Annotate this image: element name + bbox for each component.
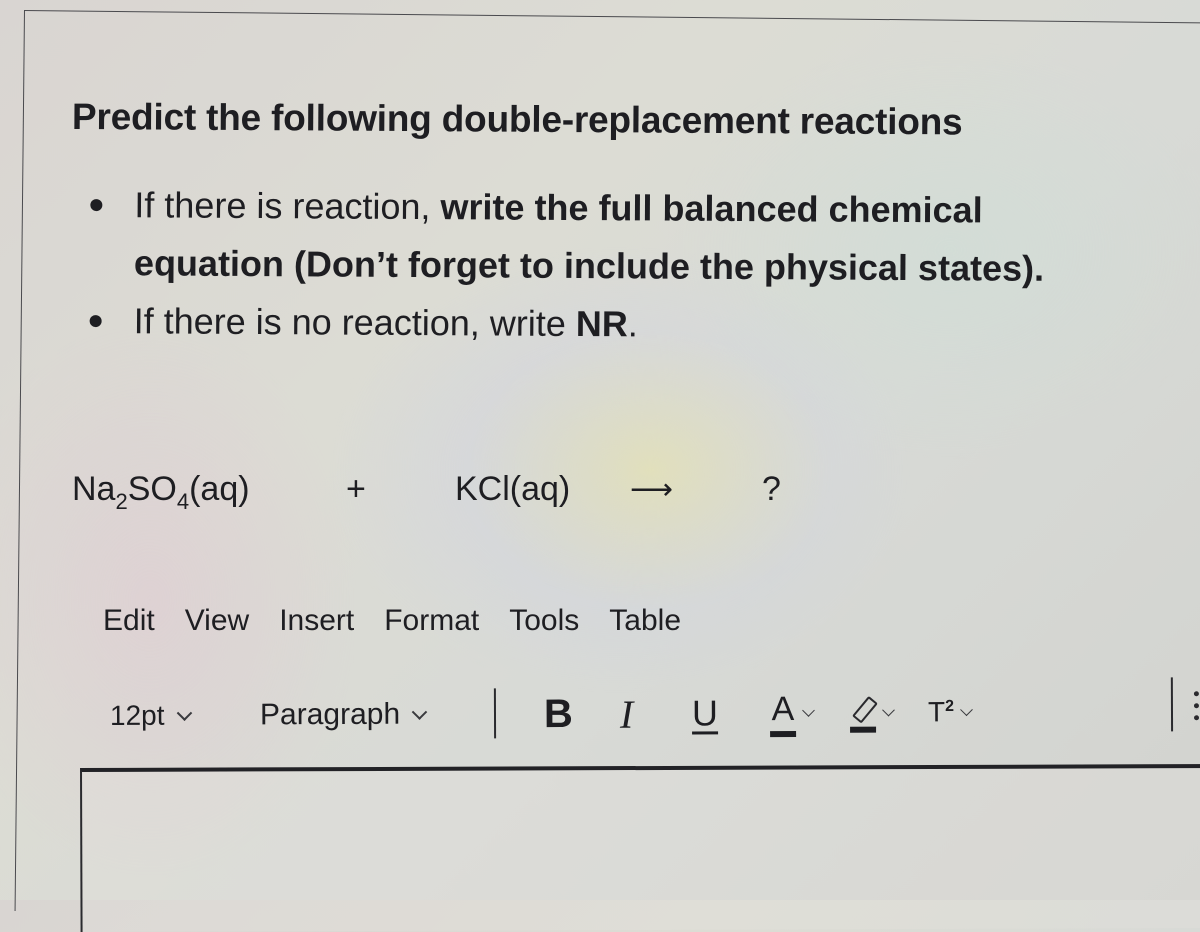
- more-vertical-icon: [1194, 703, 1199, 708]
- question-title: Predict the following double-replacement…: [72, 96, 963, 143]
- formula-state: (aq): [189, 470, 249, 508]
- menu-table[interactable]: Table: [609, 604, 681, 638]
- chevron-down-icon: [176, 705, 192, 721]
- toolbar-divider: [494, 688, 496, 738]
- instruction-text: If there is no reaction, write: [134, 300, 576, 344]
- block-format-select[interactable]: Paragraph: [260, 689, 425, 742]
- bold-button[interactable]: B: [544, 688, 573, 740]
- italic-button[interactable]: I: [620, 688, 634, 740]
- font-size-value: 12pt: [110, 700, 165, 732]
- bold-icon: B: [544, 691, 573, 736]
- instruction-bold-text: NR: [576, 303, 628, 344]
- more-vertical-icon: [1194, 691, 1199, 696]
- instruction-trailing: .: [628, 303, 638, 344]
- color-bar: [850, 727, 876, 733]
- chevron-down-icon: [412, 704, 428, 720]
- font-size-select[interactable]: 12pt: [110, 690, 190, 742]
- highlight-pen-icon: [850, 693, 876, 733]
- plus-sign: +: [346, 470, 366, 509]
- chevron-down-icon: [802, 704, 815, 717]
- font-color-icon: A: [770, 690, 796, 737]
- answer-text-area[interactable]: [80, 764, 1200, 932]
- menu-edit[interactable]: Edit: [103, 604, 155, 638]
- menu-view[interactable]: View: [185, 604, 249, 638]
- instruction-bold-text: write the full balanced chemical: [440, 186, 982, 230]
- superscript-button[interactable]: T2: [928, 686, 971, 738]
- menu-format[interactable]: Format: [384, 604, 479, 638]
- reactant-potassium-chloride: KCl(aq): [455, 470, 570, 509]
- product-unknown: ?: [762, 470, 781, 509]
- block-format-value: Paragraph: [260, 698, 400, 733]
- highlight-color-button[interactable]: [850, 687, 893, 739]
- instruction-bold-text-continued: equation (Don’t forget to include the ph…: [134, 242, 1044, 289]
- instruction-item-no-reaction: If there is no reaction, write NR.: [83, 292, 1043, 356]
- font-color-button[interactable]: A: [770, 687, 813, 739]
- superscript-base: T: [928, 696, 945, 727]
- underline-button[interactable]: U: [692, 687, 718, 739]
- superscript-exponent: 2: [945, 698, 954, 715]
- underline-icon: U: [692, 692, 718, 734]
- subscript: 2: [115, 489, 127, 514]
- bullet-icon: [90, 315, 102, 327]
- menu-tools[interactable]: Tools: [509, 604, 579, 638]
- instructions-list: If there is reaction, write the full bal…: [83, 176, 1044, 356]
- reaction-arrow-icon: ⟶: [630, 472, 673, 507]
- formula-part: SO: [128, 470, 177, 508]
- menu-insert[interactable]: Insert: [279, 604, 354, 638]
- subscript: 4: [177, 489, 189, 514]
- bullet-icon: [90, 199, 102, 211]
- instruction-text: If there is reaction,: [134, 184, 440, 227]
- more-options-button[interactable]: [1194, 691, 1200, 727]
- superscript-icon: T2: [928, 696, 954, 728]
- instruction-item-reaction: If there is reaction, write the full bal…: [84, 176, 1045, 298]
- reactant-sodium-sulfate: Na2SO4(aq): [72, 470, 250, 509]
- formula-part: Na: [72, 470, 115, 508]
- more-vertical-icon: [1194, 715, 1199, 720]
- toolbar-divider: [1171, 677, 1173, 731]
- pen-shape: [852, 696, 878, 724]
- chevron-down-icon: [960, 703, 973, 716]
- chevron-down-icon: [882, 703, 895, 716]
- editor-menubar: Edit View Insert Format Tools Table: [103, 604, 711, 638]
- italic-icon: I: [620, 690, 634, 737]
